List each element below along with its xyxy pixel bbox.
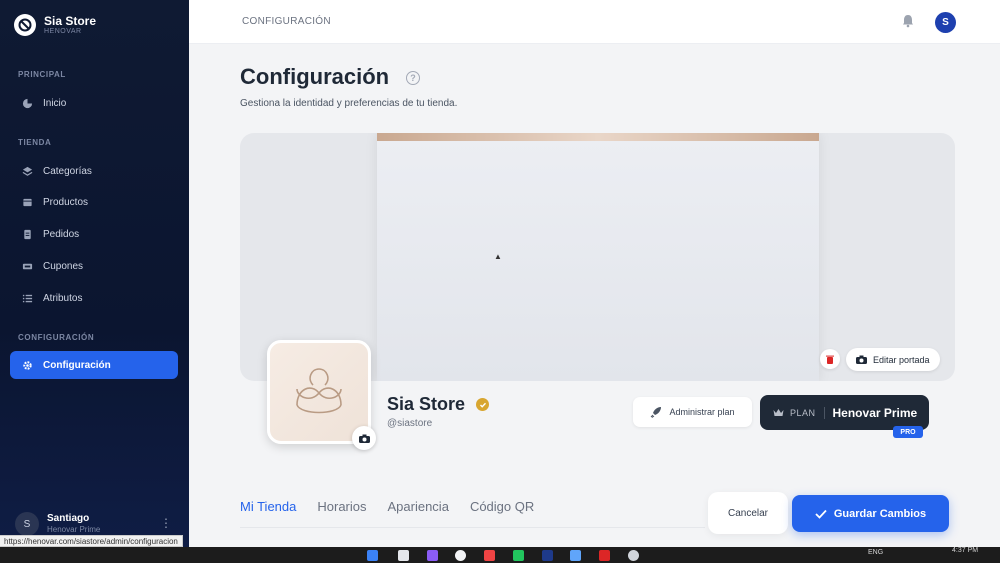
layers-icon <box>22 166 33 176</box>
plan-name: Henovar Prime <box>832 405 918 420</box>
save-label: Guardar Cambios <box>833 507 927 520</box>
windows-start-icon[interactable] <box>367 550 378 561</box>
cover-photo <box>377 133 819 381</box>
bell-icon[interactable] <box>902 14 914 33</box>
gear-icon <box>23 360 32 370</box>
clipboard-icon <box>24 229 31 239</box>
sidebar-item-productos[interactable]: Productos <box>10 188 178 216</box>
tab-apariencia[interactable]: Apariencia <box>388 499 449 514</box>
taskbar-app-icon[interactable] <box>570 550 581 561</box>
more-vertical-icon[interactable]: ⋮ <box>160 516 172 530</box>
sidebar-item-label: Pedidos <box>43 228 80 240</box>
tray-clock[interactable]: 4:37 PM <box>952 547 978 554</box>
taskbar-app-icon[interactable] <box>599 550 610 561</box>
section-title-principal: PRINCIPAL <box>18 70 66 79</box>
section-title-tienda: TIENDA <box>18 138 52 147</box>
edit-cover-label: Editar portada <box>873 354 930 365</box>
cancel-button[interactable]: Cancelar <box>708 492 788 534</box>
taskbar-app-icon[interactable] <box>455 550 466 561</box>
manage-plan-label: Administrar plan <box>669 407 735 417</box>
user-plan: Henovar Prime <box>47 525 101 534</box>
store-name: Sia Store <box>387 394 466 414</box>
verified-badge-icon <box>476 398 489 411</box>
sidebar-item-label: Productos <box>43 196 89 208</box>
pro-badge: PRO <box>893 426 923 438</box>
home-icon <box>22 98 33 108</box>
sidebar-item-label: Atributos <box>43 292 83 304</box>
topbar: CONFIGURACIÓN S <box>189 0 1000 44</box>
sidebar-item-atributos[interactable]: Atributos <box>10 284 178 312</box>
status-url: https://henovar.com/siastore/admin/confi… <box>0 535 183 547</box>
taskbar-app-icon[interactable] <box>628 550 639 561</box>
tab-horarios[interactable]: Horarios <box>317 499 366 514</box>
camera-icon <box>358 434 370 443</box>
taskbar-app-icon[interactable] <box>398 550 409 561</box>
tab-codigo-qr[interactable]: Código QR <box>470 499 534 514</box>
sidebar-item-categorias[interactable]: Categorías <box>10 157 178 185</box>
check-icon <box>815 509 827 519</box>
user-name: Santiago <box>47 513 90 524</box>
sidebar-item-label: Configuración <box>43 359 111 371</box>
taskbar-app-icon[interactable] <box>427 550 438 561</box>
avatar[interactable]: S <box>935 12 956 33</box>
brand-subtitle: HENOVAR <box>44 28 82 35</box>
box-icon <box>23 198 32 206</box>
sidebar-item-pedidos[interactable]: Pedidos <box>10 220 178 248</box>
store-logo-mark-icon <box>296 368 342 414</box>
taskbar-app-icon[interactable] <box>542 550 553 561</box>
tabs-divider <box>240 527 705 528</box>
sidebar-item-inicio[interactable]: Inicio <box>10 89 178 117</box>
save-button[interactable]: Guardar Cambios <box>792 495 949 532</box>
trash-icon <box>826 355 834 364</box>
taskbar-app-icon[interactable] <box>484 550 495 561</box>
edit-cover-button[interactable]: Editar portada <box>846 348 940 371</box>
avatar: S <box>15 512 39 536</box>
brand[interactable]: Sia Store HENOVAR <box>14 14 96 36</box>
sidebar-item-label: Cupones <box>43 260 84 272</box>
delete-cover-button[interactable] <box>820 349 840 369</box>
store-handle: @siastore <box>387 418 433 429</box>
tab-mi-tienda[interactable]: Mi Tienda <box>240 499 296 514</box>
plan-button[interactable]: PLAN Henovar Prime <box>760 395 929 430</box>
plan-label: PLAN <box>790 407 816 418</box>
sidebar-item-configuracion[interactable]: Configuración <box>10 351 178 379</box>
manage-plan-button[interactable]: Administrar plan <box>633 397 752 427</box>
os-taskbar: ENG 4:37 PM <box>0 547 1000 563</box>
crown-icon <box>773 409 784 416</box>
help-icon[interactable]: ? <box>406 71 420 85</box>
mouse-cursor-icon: ▲ <box>494 252 502 261</box>
page-subtitle: Gestiona la identidad y preferencias de … <box>240 98 458 109</box>
taskbar-app-icon[interactable] <box>513 550 524 561</box>
section-title-configuracion: CONFIGURACIÓN <box>18 333 95 342</box>
breadcrumb: CONFIGURACIÓN <box>242 16 331 27</box>
list-icon <box>22 294 33 302</box>
settings-tabs: Mi Tienda Horarios Apariencia Código QR <box>240 499 534 514</box>
rocket-icon <box>651 407 662 418</box>
change-logo-button[interactable] <box>352 426 376 450</box>
sidebar-item-label: Categorías <box>43 165 92 177</box>
sidebar-item-label: Inicio <box>43 97 67 109</box>
sidebar: Sia Store HENOVAR PRINCIPAL Inicio TIEND… <box>0 0 189 547</box>
ticket-icon <box>22 263 33 269</box>
page-title: Configuración <box>240 64 390 89</box>
tray-language[interactable]: ENG <box>868 549 883 556</box>
brand-name: Sia Store <box>44 14 97 28</box>
brand-logo-icon <box>14 14 36 36</box>
sidebar-item-cupones[interactable]: Cupones <box>10 252 178 280</box>
camera-icon <box>856 355 867 364</box>
